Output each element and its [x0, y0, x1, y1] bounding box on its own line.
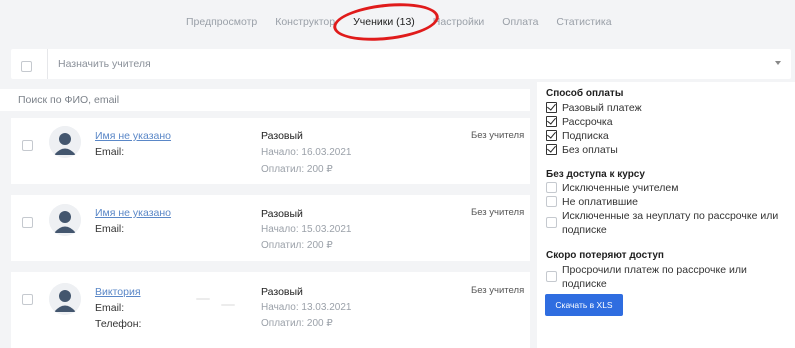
checkbox-checked-icon[interactable]	[546, 130, 557, 141]
redacted-mark	[196, 298, 210, 300]
payment-type: Разовый	[261, 208, 303, 220]
assign-teacher-select[interactable]: Назначить учителя	[47, 49, 791, 79]
student-checkbox[interactable]	[22, 140, 33, 151]
assign-teacher-placeholder: Назначить учителя	[58, 58, 151, 70]
no-access-filter-title: Без доступа к курсу	[546, 169, 645, 180]
avatar-icon	[49, 204, 81, 236]
avatar-icon	[49, 126, 81, 158]
student-card: Имя не указано Email: Разовый Начало: 16…	[11, 118, 530, 184]
student-card: Имя не указано Email: Разовый Начало: 15…	[11, 195, 530, 261]
student-email-label: Email:	[95, 223, 125, 235]
teacher-status: Без учителя	[471, 285, 525, 296]
student-checkbox[interactable]	[22, 217, 33, 228]
checkbox[interactable]	[546, 217, 557, 228]
student-name-link[interactable]: Виктория	[95, 286, 141, 298]
payment-type: Разовый	[261, 286, 303, 298]
filter-option[interactable]: Без оплаты	[546, 143, 618, 157]
checkbox-checked-icon[interactable]	[546, 144, 557, 155]
tab-bar: Предпросмотр Конструктор Ученики (13) На…	[0, 0, 795, 44]
payment-filter-title: Способ оплаты	[546, 88, 624, 99]
student-email-label: Email:	[95, 146, 125, 158]
filter-panel: Способ оплаты Разовый платеж Рассрочка П…	[537, 82, 795, 348]
paid-amount: Оплатил: 200 ₽	[261, 318, 333, 329]
paid-amount: Оплатил: 200 ₽	[261, 164, 333, 175]
search-input[interactable]: Поиск по ФИО, email	[0, 89, 530, 111]
tab-payment[interactable]: Оплата	[493, 16, 547, 28]
tab-settings[interactable]: Настройки	[424, 16, 494, 28]
chevron-down-icon	[775, 61, 781, 65]
student-phone-label: Телефон:	[95, 318, 142, 330]
tab-constructor[interactable]: Конструктор	[266, 16, 344, 28]
checkbox-checked-icon[interactable]	[546, 116, 557, 127]
select-all-checkbox[interactable]	[21, 61, 32, 72]
redacted-mark	[221, 304, 235, 306]
tab-preview[interactable]: Предпросмотр	[177, 16, 266, 28]
filter-option[interactable]: Не оплатившие	[546, 195, 638, 209]
checkbox[interactable]	[546, 271, 557, 282]
filter-option[interactable]: Подписка	[546, 129, 609, 143]
filter-option[interactable]: Просрочили платеж по рассрочке или подпи…	[546, 263, 766, 291]
filter-option[interactable]: Рассрочка	[546, 115, 613, 129]
avatar-icon	[49, 283, 81, 315]
checkbox[interactable]	[546, 182, 557, 193]
start-date: Начало: 15.03.2021	[261, 224, 352, 235]
payment-type: Разовый	[261, 130, 303, 142]
filter-option[interactable]: Исключенные учителем	[546, 181, 678, 195]
paid-amount: Оплатил: 200 ₽	[261, 240, 333, 251]
checkbox[interactable]	[546, 196, 557, 207]
teacher-status: Без учителя	[471, 130, 525, 141]
filter-option[interactable]: Разовый платеж	[546, 101, 642, 115]
student-name-link[interactable]: Имя не указано	[95, 207, 171, 219]
losing-access-filter-title: Скоро потеряют доступ	[546, 250, 664, 261]
student-card: Виктория Email: Телефон: Разовый Начало:…	[11, 272, 530, 348]
assign-teacher-bar: Назначить учителя	[11, 49, 791, 79]
start-date: Начало: 13.03.2021	[261, 302, 352, 313]
student-checkbox[interactable]	[22, 294, 33, 305]
start-date: Начало: 16.03.2021	[261, 147, 352, 158]
student-name-link[interactable]: Имя не указано	[95, 130, 171, 142]
search-placeholder: Поиск по ФИО, email	[18, 94, 120, 106]
tab-statistics[interactable]: Статистика	[547, 16, 620, 28]
student-email-label: Email:	[95, 302, 125, 314]
export-xls-button[interactable]: Скачать в XLS	[545, 294, 623, 316]
checkbox-checked-icon[interactable]	[546, 102, 557, 113]
filter-option[interactable]: Исключенные за неуплату по рассрочке или…	[546, 209, 786, 237]
teacher-status: Без учителя	[471, 207, 525, 218]
tab-students[interactable]: Ученики (13)	[344, 16, 424, 28]
